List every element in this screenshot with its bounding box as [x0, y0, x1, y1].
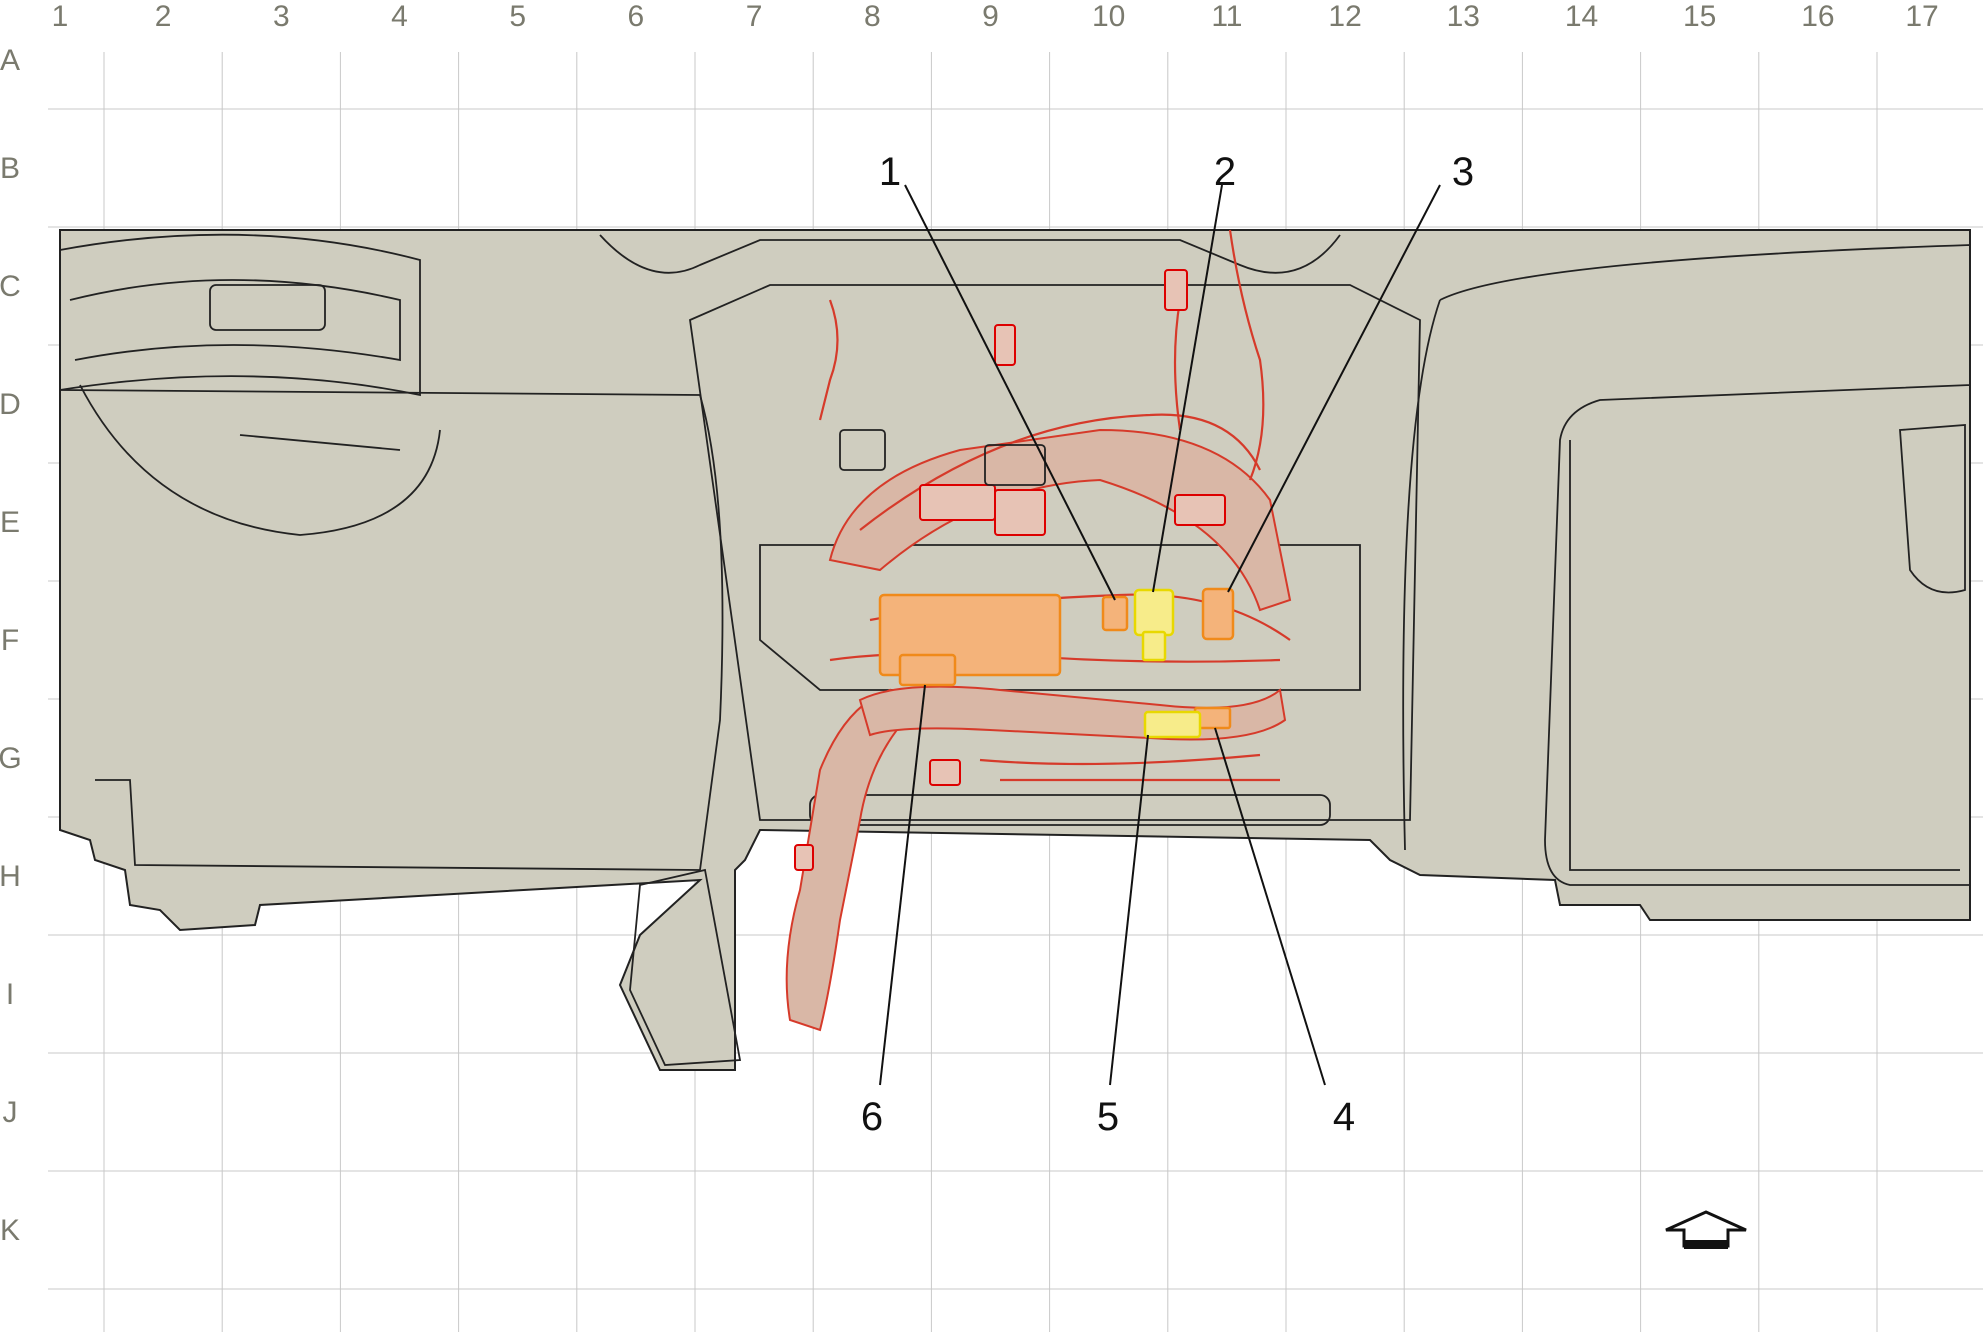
- connector-red-block-right: [1174, 494, 1226, 526]
- forward-direction-arrow-icon: [1665, 1210, 1747, 1249]
- grid-column-label: 8: [864, 0, 881, 33]
- grid-column-label: 7: [746, 0, 763, 33]
- grid-column-label: 6: [628, 0, 645, 33]
- callout-6: 6: [861, 1095, 883, 1139]
- grid-column-label: 2: [155, 0, 172, 33]
- grid-row-label: J: [3, 1096, 18, 1129]
- grid-column-label: 3: [273, 0, 290, 33]
- connector-red-block-left: [919, 484, 996, 521]
- connector-red-pedal: [794, 844, 814, 871]
- grid-row-label: G: [0, 742, 22, 775]
- grid-column-label: 13: [1447, 0, 1480, 33]
- grid-column-label: 11: [1211, 0, 1242, 33]
- grid-column-label: 17: [1905, 0, 1938, 33]
- grid-column-label: 10: [1092, 0, 1125, 33]
- connector-6-tab: [898, 653, 957, 687]
- grid-column-label: 14: [1565, 0, 1598, 33]
- connector-2-latch: [1141, 630, 1167, 662]
- grid-row-label: C: [0, 270, 21, 303]
- grid-row-label: F: [1, 624, 19, 657]
- grid-row-label: A: [0, 44, 20, 77]
- connector-red-block-center: [994, 489, 1046, 536]
- grid-row-label: H: [0, 860, 21, 893]
- grid-row-label: K: [0, 1214, 20, 1247]
- callout-3: 3: [1452, 150, 1474, 194]
- grid-column-label: 15: [1683, 0, 1716, 33]
- connector-red-upper-left: [994, 324, 1016, 366]
- connector-2: [1133, 588, 1175, 637]
- grid-column-label: 16: [1801, 0, 1834, 33]
- grid-column-label: 12: [1328, 0, 1361, 33]
- grid-row-label: I: [6, 978, 14, 1011]
- callout-1: 1: [879, 150, 901, 194]
- grid-row-label: D: [0, 388, 21, 421]
- callout-4: 4: [1333, 1095, 1355, 1139]
- grid-column-label: 5: [509, 0, 526, 33]
- callout-5: 5: [1097, 1095, 1119, 1139]
- wiring-location-diagram: 1 2 3 4 5 6 1 2 3 4 5 6 7 8 9 10 11 12 13 14 15 16 17ABC…: [0, 0, 1983, 1332]
- grid-column-label: 4: [391, 0, 408, 33]
- connector-1: [1101, 595, 1129, 632]
- grid-row-label: B: [0, 152, 20, 185]
- connector-5: [1143, 710, 1202, 739]
- grid-column-label: 9: [982, 0, 999, 33]
- callout-2: 2: [1214, 150, 1236, 194]
- grid-row-label: E: [0, 506, 20, 539]
- connector-red-upper-right: [1164, 269, 1188, 311]
- connector-3: [1201, 587, 1235, 641]
- grid-column-label: 1: [52, 0, 69, 33]
- connector-red-lower-left: [929, 759, 961, 786]
